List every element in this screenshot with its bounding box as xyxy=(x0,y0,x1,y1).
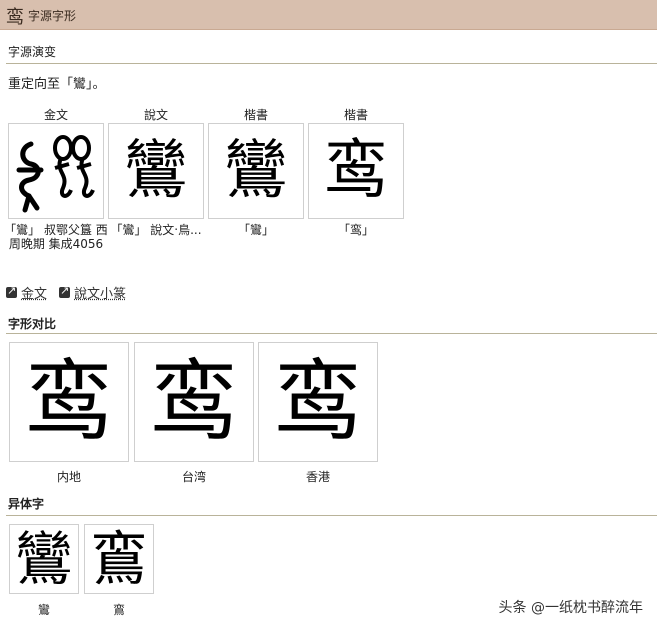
glyph-shuowen: 鸞 xyxy=(124,134,188,208)
glyph-kaishu-simplified: 鸾 xyxy=(324,134,388,208)
link-jinwen[interactable]: 金文 xyxy=(6,283,47,302)
section-divider xyxy=(6,515,657,516)
glyph-taiwan: 鸾 xyxy=(149,350,238,453)
caption-shuowen: 「鸞」 說文‧鳥... xyxy=(110,223,202,237)
column-head-jinwen: 金文 xyxy=(43,108,68,122)
glyph-hongkong: 鸾 xyxy=(273,350,362,453)
character-logo: 鸾 xyxy=(6,7,24,28)
section-heading-variants: 异体字 xyxy=(8,497,45,511)
page-title: 字源字形 xyxy=(28,9,77,23)
glyph-kaishu-traditional: 鸞 xyxy=(224,134,288,208)
link-shuowen-xiaozhuan-label: 說文小篆 xyxy=(74,287,127,302)
glyph-box-variant-2[interactable]: 鵉 xyxy=(84,524,154,594)
watermark-text: 头条 @一纸枕书醉流年 xyxy=(498,600,643,616)
caption-kaishu-simplified: 「鸾」 xyxy=(337,223,374,237)
glyph-box-shuowen[interactable]: 鸞 xyxy=(108,123,204,219)
link-jinwen-label: 金文 xyxy=(21,287,48,302)
top-bar: 鸾 字源字形 xyxy=(0,0,657,30)
column-head-kaishu: 楷書 xyxy=(343,108,368,122)
glyph-box-hongkong[interactable]: 鸾 xyxy=(258,342,378,462)
link-shuowen-xiaozhuan[interactable]: 說文小篆 xyxy=(59,283,126,302)
glyph-box-kaishu-simplified[interactable]: 鸾 xyxy=(308,123,404,219)
section-divider xyxy=(6,63,657,64)
section-divider xyxy=(6,333,657,334)
glyph-box-variant-1[interactable]: 鸞 xyxy=(9,524,79,594)
caption-taiwan: 台湾 xyxy=(181,470,206,484)
section-label-evolution: 字源演变 xyxy=(8,45,57,59)
glyph-box-mainland[interactable]: 鸾 xyxy=(9,342,129,462)
glyph-mainland: 鸾 xyxy=(24,350,113,453)
glyph-variant-2: 鵉 xyxy=(89,525,148,593)
caption-variant-1: 鸞 xyxy=(37,603,50,617)
caption-hongkong: 香港 xyxy=(305,470,330,484)
glyph-variant-1: 鸞 xyxy=(14,525,73,593)
caption-jinwen: 「鸞」 叔鄂父簋 西周晚期 集成4056 xyxy=(4,223,108,251)
glyph-box-taiwan[interactable]: 鸾 xyxy=(134,342,254,462)
column-head-shuowen: 說文 xyxy=(143,108,168,122)
caption-kaishu-traditional: 「鸞」 xyxy=(237,223,274,237)
bronze-inscription-glyph-image xyxy=(16,135,95,213)
column-head-kaishu: 楷書 xyxy=(243,108,268,122)
redirect-note: 重定向至「鸞」。 xyxy=(8,77,106,92)
caption-variant-2: 鵉 xyxy=(112,603,125,617)
section-heading-compare: 字形对比 xyxy=(8,317,57,331)
glyph-box-jinwen[interactable] xyxy=(8,123,104,219)
glyph-box-kaishu-traditional[interactable]: 鸞 xyxy=(208,123,304,219)
caption-mainland: 内地 xyxy=(56,470,81,484)
external-link-icon xyxy=(59,284,70,298)
external-link-icon xyxy=(6,284,17,298)
